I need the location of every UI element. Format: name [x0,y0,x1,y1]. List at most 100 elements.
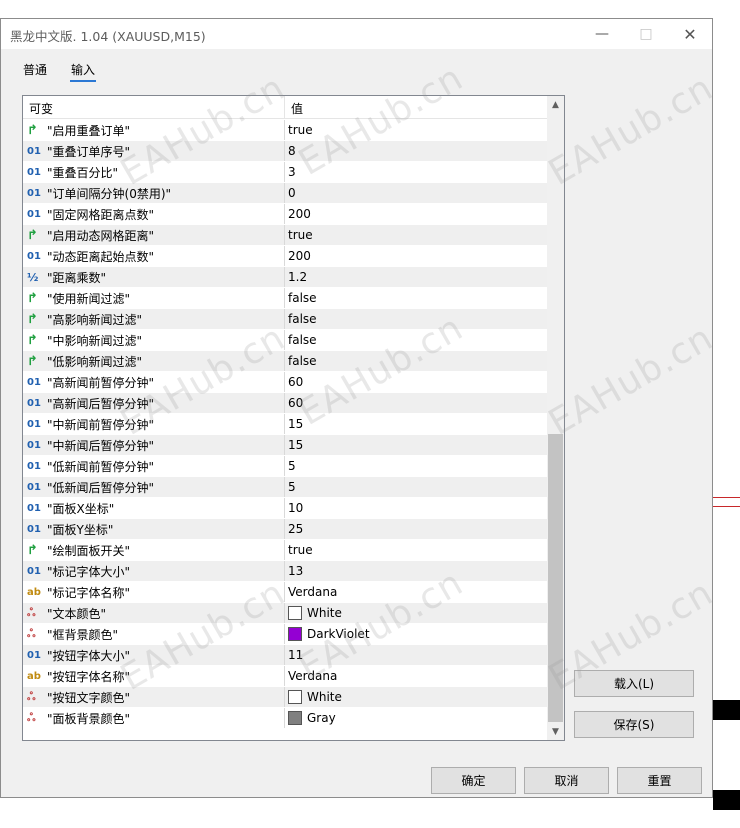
variable-name: "标记字体大小" [47,564,131,579]
variable-name: "按钮字体大小" [47,648,131,663]
variable-cell: ↱ "中影响新闻过滤" [23,330,285,350]
variable-cell: 01 "高新闻后暂停分钟" [23,393,285,413]
close-icon[interactable]: ✕ [667,19,713,49]
table-row[interactable]: 01 "低新闻后暂停分钟" 5 [23,477,547,498]
table-row[interactable]: ஃ "文本颜色" White [23,603,547,624]
table-row[interactable]: ↱ "启用动态网格距离" true [23,225,547,246]
table-row[interactable]: 01 "订单间隔分钟(0禁用)" 0 [23,183,547,204]
table-row[interactable]: ஃ "框背景颜色" DarkViolet [23,624,547,645]
table-row[interactable]: ½ "距离乘数" 1.2 [23,267,547,288]
table-row[interactable]: ab "标记字体名称" Verdana [23,582,547,603]
value-cell[interactable]: 10 [285,498,547,518]
value-cell[interactable]: true [285,540,547,560]
column-header-value[interactable]: 值 [291,100,303,117]
value-cell[interactable]: 15 [285,414,547,434]
load-button[interactable]: 载入(L) [574,670,694,697]
value-cell[interactable]: 60 [285,393,547,413]
value-cell[interactable]: Verdana [285,666,547,686]
variable-name: "高新闻前暂停分钟" [47,375,155,390]
value-cell[interactable]: 5 [285,477,547,497]
column-header-variable[interactable]: 可变 [29,100,53,117]
cancel-button[interactable]: 取消 [524,767,609,794]
value-cell[interactable]: false [285,309,547,329]
table-row[interactable]: 01 "面板X坐标" 10 [23,498,547,519]
value-cell[interactable]: 200 [285,204,547,224]
value-cell[interactable]: White [285,687,547,707]
vertical-scrollbar[interactable]: ▲ ▼ [547,96,564,740]
value-cell[interactable]: 1.2 [285,267,547,287]
value-cell[interactable]: 5 [285,456,547,476]
value-cell[interactable]: Verdana [285,582,547,602]
value-cell[interactable]: White [285,603,547,623]
value-cell[interactable]: false [285,288,547,308]
int-type-icon: 01 [27,481,41,493]
table-row[interactable]: ↱ "绘制面板开关" true [23,540,547,561]
value-cell[interactable]: true [285,120,547,140]
tab-inputs[interactable]: 输入 [70,61,97,82]
table-row[interactable]: 01 "动态距离起始点数" 200 [23,246,547,267]
table-row[interactable]: 01 "中新闻前暂停分钟" 15 [23,414,547,435]
variable-cell: ab "标记字体名称" [23,582,285,602]
int-type-icon: 01 [27,145,41,157]
column-divider[interactable] [284,96,285,118]
maximize-icon: □ [639,26,653,42]
variable-name: "按钮字体名称" [47,669,131,684]
ea-properties-dialog: 黑龙中文版. 1.04 (XAUUSD,M15) — □ ✕ 普通 输入 可变 … [0,18,713,798]
string-type-icon: ab [27,670,41,682]
table-row[interactable]: 01 "固定网格距离点数" 200 [23,204,547,225]
variable-name: "面板Y坐标" [47,522,114,537]
value-cell[interactable]: 0 [285,183,547,203]
value-cell[interactable]: 25 [285,519,547,539]
value-cell[interactable]: true [285,225,547,245]
table-row[interactable]: ஃ "面板背景颜色" Gray [23,708,547,729]
table-row[interactable]: ↱ "低影响新闻过滤" false [23,351,547,372]
int-type-icon: 01 [27,565,41,577]
variable-name: "中新闻前暂停分钟" [47,417,155,432]
value-cell[interactable]: false [285,351,547,371]
table-row[interactable]: ab "按钮字体名称" Verdana [23,666,547,687]
table-row[interactable]: ↱ "启用重叠订单" true [23,120,547,141]
variable-name: "订单间隔分钟(0禁用)" [47,186,172,201]
value-cell[interactable]: 15 [285,435,547,455]
table-row[interactable]: 01 "高新闻后暂停分钟" 60 [23,393,547,414]
value-cell[interactable]: DarkViolet [285,624,547,644]
value-cell[interactable]: 8 [285,141,547,161]
value-cell[interactable]: false [285,330,547,350]
variable-value: White [307,606,342,620]
variable-cell: 01 "面板Y坐标" [23,519,285,539]
variable-value: Gray [307,711,336,725]
minimize-icon[interactable]: — [579,19,625,49]
variable-cell: 01 "低新闻前暂停分钟" [23,456,285,476]
variable-name: "低新闻前暂停分钟" [47,459,155,474]
table-row[interactable]: 01 "标记字体大小" 13 [23,561,547,582]
value-cell[interactable]: 60 [285,372,547,392]
value-cell[interactable]: 13 [285,561,547,581]
scroll-up-icon[interactable]: ▲ [547,96,564,113]
table-row[interactable]: 01 "按钮字体大小" 11 [23,645,547,666]
inputs-table: 可变 值 ↱ "启用重叠订单" true 01 "重叠订单序号" 8 01 "重叠百分比" 3 0… [22,95,565,741]
save-button[interactable]: 保存(S) [574,711,694,738]
table-row[interactable]: 01 "重叠订单序号" 8 [23,141,547,162]
table-row[interactable]: 01 "面板Y坐标" 25 [23,519,547,540]
tab-general[interactable]: 普通 [22,61,48,78]
reset-button[interactable]: 重置 [617,767,702,794]
window-title: 黑龙中文版. 1.04 (XAUUSD,M15) [10,29,206,44]
value-cell[interactable]: 200 [285,246,547,266]
variable-cell: 01 "订单间隔分钟(0禁用)" [23,183,285,203]
value-cell[interactable]: Gray [285,708,547,728]
scroll-thumb[interactable] [548,434,563,722]
table-row[interactable]: ஃ "按钮文字颜色" White [23,687,547,708]
table-row[interactable]: 01 "低新闻前暂停分钟" 5 [23,456,547,477]
table-row[interactable]: 01 "重叠百分比" 3 [23,162,547,183]
table-row[interactable]: 01 "中新闻后暂停分钟" 15 [23,435,547,456]
table-row[interactable]: 01 "高新闻前暂停分钟" 60 [23,372,547,393]
table-row[interactable]: ↱ "高影响新闻过滤" false [23,309,547,330]
value-cell[interactable]: 3 [285,162,547,182]
value-cell[interactable]: 11 [285,645,547,665]
variable-cell: 01 "高新闻前暂停分钟" [23,372,285,392]
scroll-down-icon[interactable]: ▼ [547,723,564,740]
ok-button[interactable]: 确定 [431,767,516,794]
table-row[interactable]: ↱ "中影响新闻过滤" false [23,330,547,351]
variable-cell: 01 "按钮字体大小" [23,645,285,665]
table-row[interactable]: ↱ "使用新闻过滤" false [23,288,547,309]
